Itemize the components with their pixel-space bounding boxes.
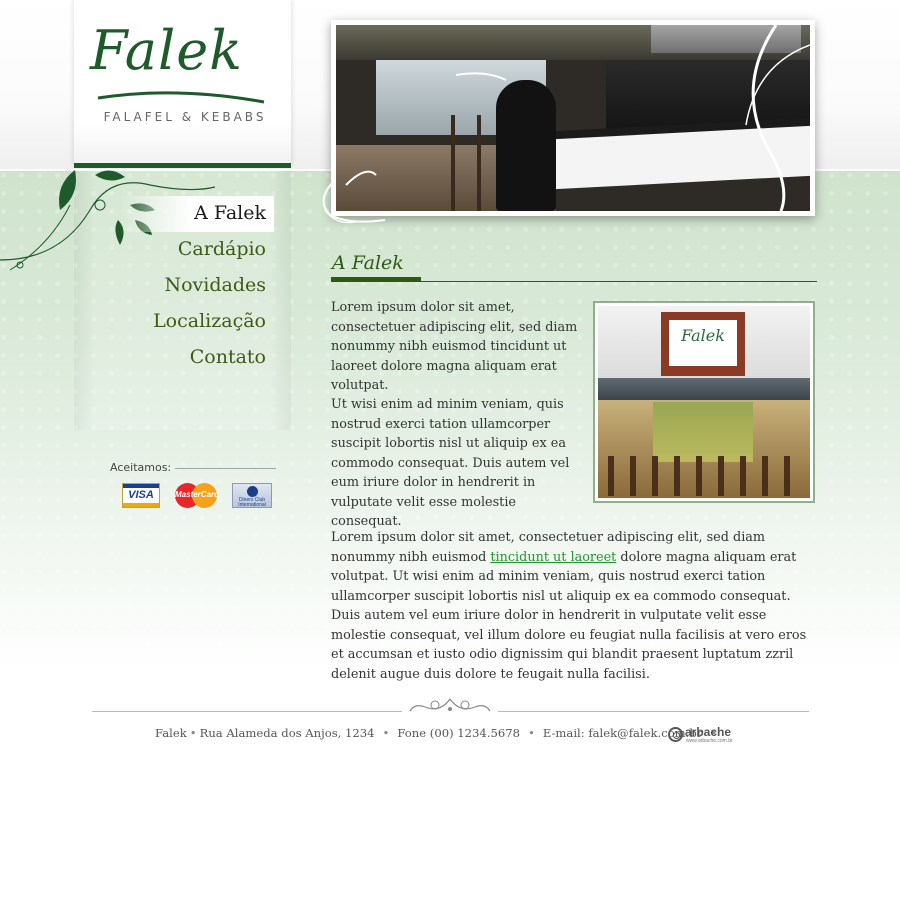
footer-rule-right	[498, 711, 809, 712]
arbache-credit-logo[interactable]: arbache www.arbache.com.br	[668, 725, 738, 744]
main-nav: A Falek Cardápio Novidades Localização C…	[120, 196, 274, 376]
diners-card-text: Diners Club International	[238, 497, 266, 508]
mastercard-card-icon: MasterCard	[175, 483, 220, 508]
logo-tagline: FALAFEL & KEBABS	[103, 110, 267, 124]
logo-swoosh-icon	[97, 91, 265, 104]
nav-item-a-falek[interactable]: A Falek	[120, 196, 274, 232]
storefront-photo: Falek	[598, 306, 810, 498]
body-paragraph: Lorem ipsum dolor sit amet, consectetuer…	[331, 528, 809, 684]
diners-card-icon: Diners Club International	[232, 483, 272, 508]
footer-info: Falek • Rua Alameda dos Anjos, 1234 • Fone (…	[155, 726, 718, 740]
hero-swirl-icon	[322, 179, 386, 224]
nav-item-cardapio[interactable]: Cardápio	[120, 232, 270, 268]
payments-label: Aceitamos:	[110, 461, 172, 474]
body-inline-link[interactable]: tincidunt ut laoreet	[490, 550, 616, 565]
page-title: A Falek	[332, 252, 404, 274]
logo-wordmark[interactable]: Falek	[90, 24, 280, 78]
title-rule	[331, 281, 817, 282]
credit-url: www.arbache.com.br	[686, 738, 733, 744]
footer-address: Rua Alameda dos Anjos, 1234	[199, 726, 375, 740]
footer-rule-left	[92, 711, 402, 712]
hero-restaurant-photo	[336, 25, 810, 211]
nav-item-novidades[interactable]: Novidades	[120, 268, 270, 304]
nav-item-contato[interactable]: Contato	[120, 340, 270, 376]
payments-divider	[175, 468, 276, 469]
title-accent-bar	[331, 277, 421, 281]
visa-card-icon: VISA	[122, 483, 160, 508]
mastercard-card-text: MasterCard	[175, 490, 220, 499]
footer-phone: Fone (00) 1234.5678	[397, 726, 520, 740]
footer-name: Falek	[155, 726, 187, 740]
nav-item-localizacao[interactable]: Localização	[120, 304, 270, 340]
visa-card-text: VISA	[128, 489, 154, 501]
storefront-sign-text: Falek	[681, 326, 725, 345]
intro-paragraph-1: Lorem ipsum dolor sit amet, consectetuer…	[331, 300, 578, 393]
intro-paragraph-2: Ut wisi enim ad minim veniam, quis nostr…	[331, 397, 570, 529]
credit-name: arbache	[685, 725, 732, 739]
at-sign-icon	[668, 727, 683, 742]
footer-ornament-icon	[409, 698, 491, 712]
body-paragraph-end: dolore magna aliquam erat volutpat. Ut w…	[331, 549, 807, 682]
